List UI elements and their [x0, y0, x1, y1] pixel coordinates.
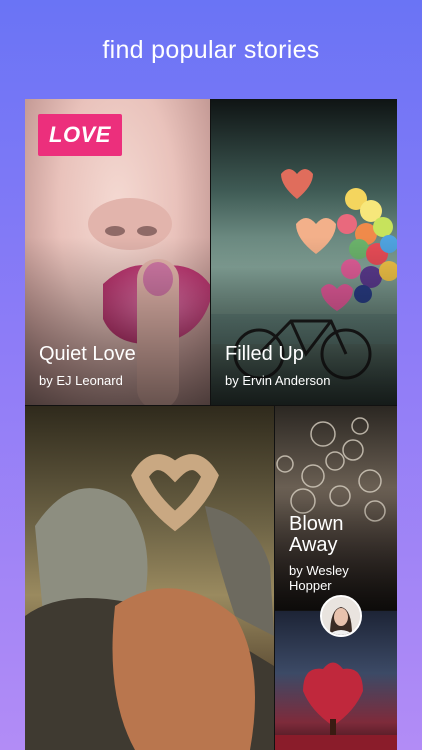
category-badge-love: LOVE	[38, 114, 122, 156]
story-author: by Wesley Hopper	[289, 563, 349, 593]
page-headline: find popular stories	[102, 36, 320, 64]
story-card-filled-up[interactable]: Filled Up by Ervin Anderson	[211, 99, 397, 405]
story-title: Blown Away	[289, 513, 344, 556]
avatar-image	[322, 597, 360, 635]
story-title: Quiet Love	[39, 343, 136, 365]
story-card-quiet-love[interactable]: LOVE Quiet Love by EJ Leonard	[25, 99, 210, 405]
story-author: by Ervin Anderson	[225, 373, 331, 388]
story-author: by EJ Leonard	[39, 373, 123, 388]
story-card-couple[interactable]	[25, 406, 274, 750]
stories-grid: LOVE Quiet Love by EJ Leonard Filled Up …	[25, 99, 397, 750]
story-title: Filled Up	[225, 343, 304, 365]
story-image-couple	[25, 454, 274, 750]
user-avatar[interactable]	[320, 595, 362, 637]
story-card-blown-away[interactable]: Blown Away by Wesley Hopper	[275, 406, 397, 610]
